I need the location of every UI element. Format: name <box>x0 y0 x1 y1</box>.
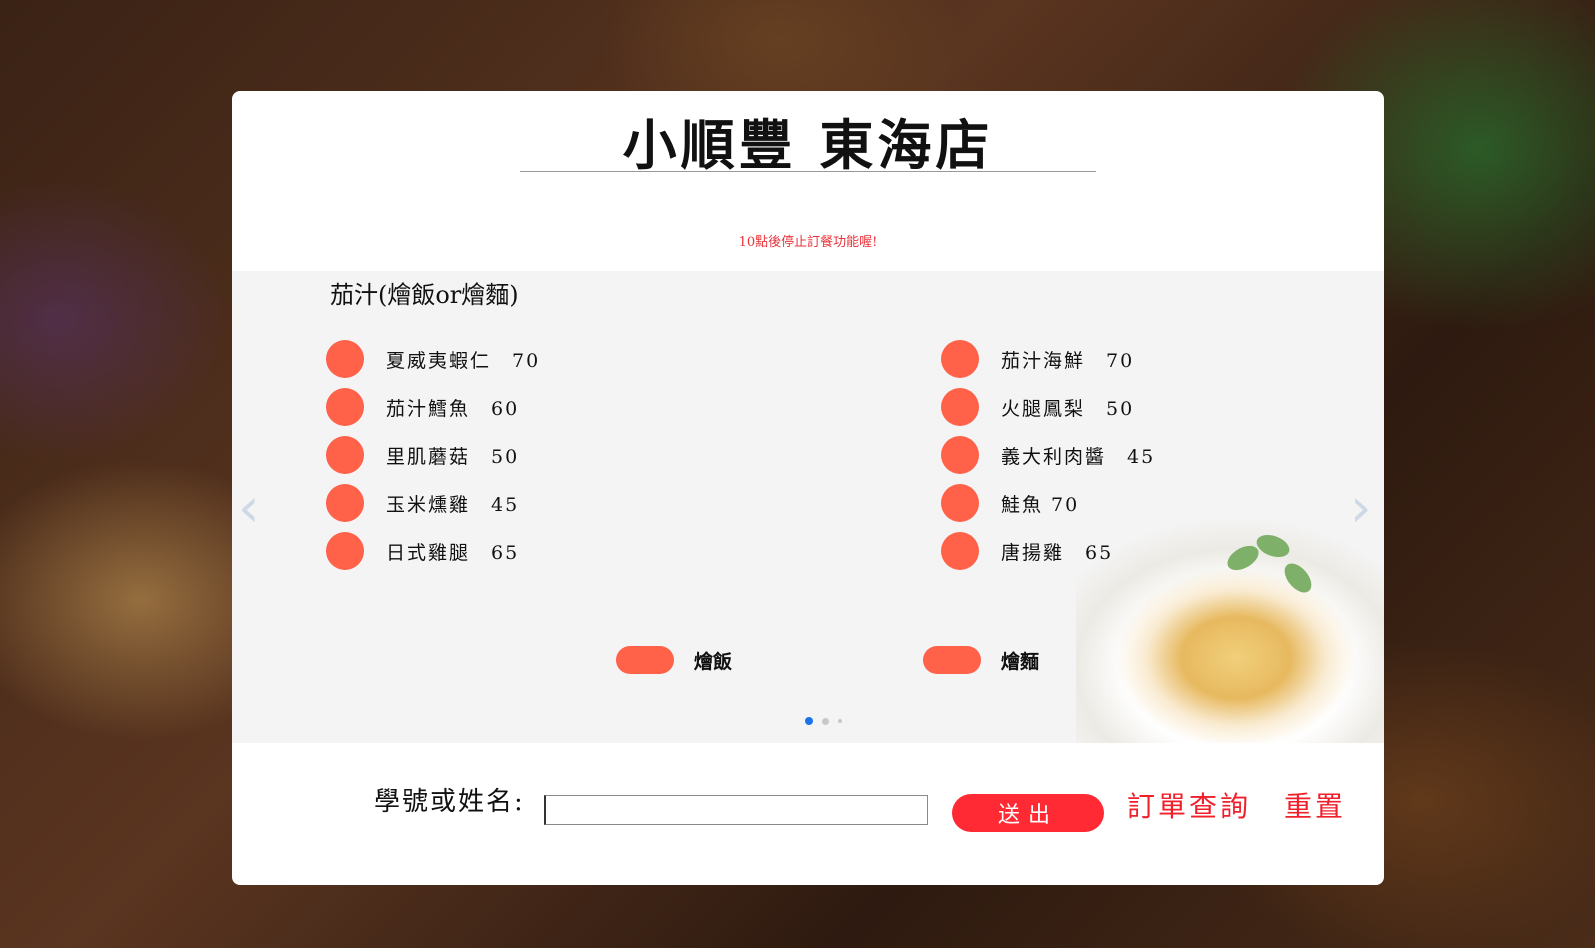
radio-dot[interactable] <box>326 484 364 522</box>
option-rice[interactable]: 燴飯 <box>616 641 732 679</box>
menu-item[interactable]: 里肌蘑菇 50 <box>326 436 519 474</box>
radio-dot[interactable] <box>941 388 979 426</box>
menu-item[interactable]: 夏威夷蝦仁 70 <box>326 340 540 378</box>
page-title: 小順豐 東海店 <box>622 113 994 177</box>
menu-item[interactable]: 茄汁鱈魚 60 <box>326 388 519 426</box>
menu-item[interactable]: 日式雞腿 65 <box>326 532 519 570</box>
radio-dot[interactable] <box>326 532 364 570</box>
title-divider <box>520 171 1096 172</box>
radio-dot[interactable] <box>941 484 979 522</box>
radio-dot[interactable] <box>326 340 364 378</box>
menu-item[interactable]: 茄汁海鮮 70 <box>941 340 1134 378</box>
carousel-next-icon[interactable]: › <box>1350 481 1372 535</box>
menu-item-label: 鮭魚 70 <box>1001 493 1080 516</box>
radio-dot[interactable] <box>326 388 364 426</box>
option-label: 燴飯 <box>694 650 733 673</box>
order-notice: 10點後停止訂餐功能喔! <box>738 235 878 250</box>
menu-item[interactable]: 火腿鳳梨 50 <box>941 388 1134 426</box>
menu-item-label: 茄汁海鮮 70 <box>1001 349 1135 372</box>
carousel-pagination <box>805 717 842 725</box>
radio-dot[interactable] <box>941 436 979 474</box>
menu-category-title: 茄汁(燴飯or燴麵) <box>330 281 519 309</box>
menu-item-label: 唐揚雞 65 <box>1001 541 1114 564</box>
name-input[interactable] <box>544 795 928 825</box>
carousel-prev-icon[interactable]: ‹ <box>238 481 260 535</box>
name-field-label: 學號或姓名: <box>374 787 525 817</box>
option-pill[interactable] <box>923 646 981 674</box>
pagination-dot-3[interactable] <box>838 719 842 723</box>
submit-button[interactable]: 送出 <box>952 794 1104 832</box>
reset-link[interactable]: 重置 <box>1284 785 1346 825</box>
radio-dot[interactable] <box>941 340 979 378</box>
menu-item-label: 夏威夷蝦仁 70 <box>386 349 541 372</box>
order-query-link[interactable]: 訂單查詢 <box>1127 785 1251 825</box>
menu-item-label: 玉米燻雞 45 <box>386 493 520 516</box>
menu-item-label: 火腿鳳梨 50 <box>1001 397 1135 420</box>
menu-item[interactable]: 玉米燻雞 45 <box>326 484 519 522</box>
menu-item-label: 義大利肉醬 45 <box>1001 445 1156 468</box>
menu-item[interactable]: 義大利肉醬 45 <box>941 436 1155 474</box>
pasta-image <box>1076 508 1384 743</box>
order-panel: 小順豐 東海店 10點後停止訂餐功能喔! 茄汁(燴飯or燴麵) 夏威夷蝦仁 70… <box>232 91 1384 885</box>
radio-dot[interactable] <box>326 436 364 474</box>
pagination-dot-2[interactable] <box>822 717 829 725</box>
menu-carousel: 茄汁(燴飯or燴麵) 夏威夷蝦仁 70 茄汁鱈魚 60 里肌蘑菇 50 玉米燻雞… <box>232 271 1384 743</box>
menu-item-label: 日式雞腿 65 <box>386 541 520 564</box>
menu-item-label: 里肌蘑菇 50 <box>386 445 520 468</box>
menu-item[interactable]: 唐揚雞 65 <box>941 532 1113 570</box>
pagination-dot-1[interactable] <box>805 717 813 725</box>
option-noodle[interactable]: 燴麵 <box>923 641 1039 679</box>
menu-item[interactable]: 鮭魚 70 <box>941 484 1079 522</box>
option-pill[interactable] <box>616 646 674 674</box>
menu-item-label: 茄汁鱈魚 60 <box>386 397 520 420</box>
option-label: 燴麵 <box>1001 650 1040 673</box>
radio-dot[interactable] <box>941 532 979 570</box>
